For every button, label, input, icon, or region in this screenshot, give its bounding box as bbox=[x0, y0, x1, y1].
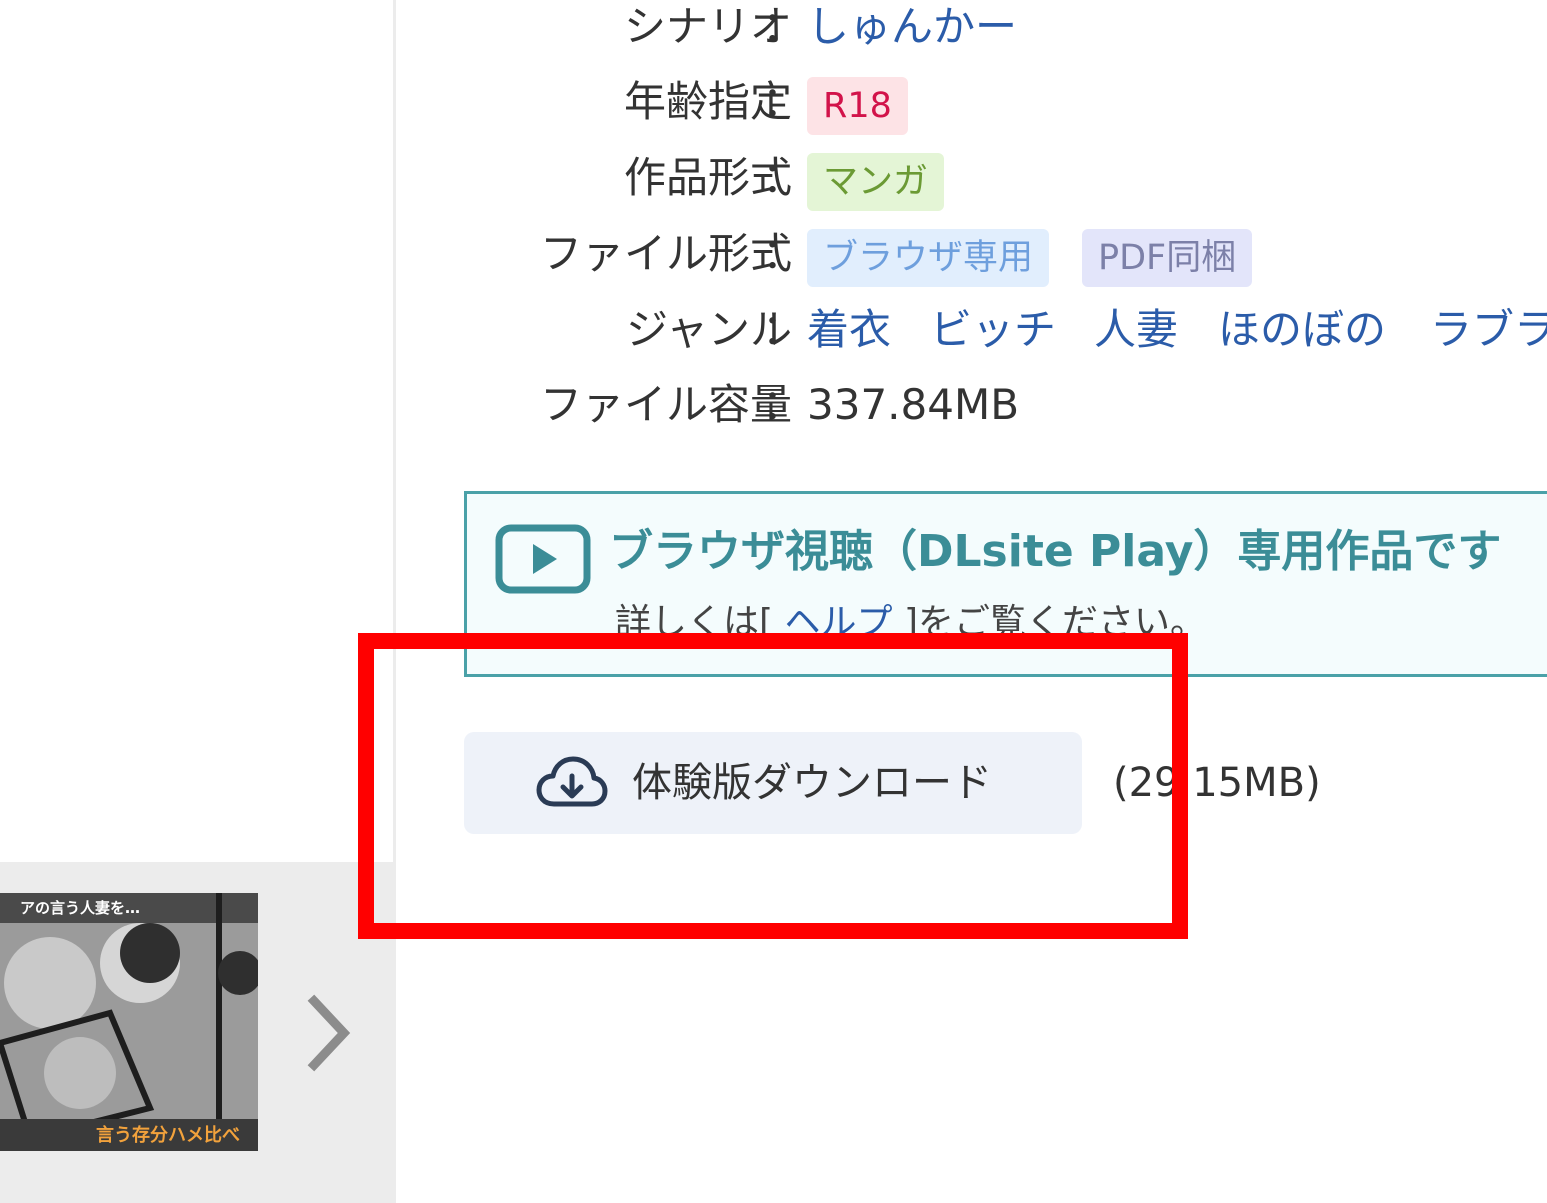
cloud-download-icon bbox=[536, 754, 608, 816]
trial-download-label: 体験版ダウンロード bbox=[632, 760, 992, 806]
genre-tag[interactable]: 着衣 bbox=[807, 295, 891, 365]
notice-help-suffix: ]をご覧ください。 bbox=[903, 602, 1206, 643]
spec-colon: ： bbox=[762, 153, 805, 202]
notice-help-text: 詳しくは[ ヘルプ ]をご覧ください。 bbox=[615, 599, 1206, 647]
age-rating-badge[interactable]: R18 bbox=[807, 77, 908, 135]
spec-row-scenario: シナリオ ： しゅんかー bbox=[440, 0, 1547, 62]
pdf-included-badge[interactable]: PDF同梱 bbox=[1082, 229, 1253, 287]
genre-tag[interactable]: ラブラ bbox=[1430, 295, 1547, 365]
manga-sample-image bbox=[0, 893, 258, 1151]
notice-title: ブラウザ視聴（DLsite Play）専用作品です bbox=[609, 526, 1502, 577]
browser-only-notice: ブラウザ視聴（DLsite Play）専用作品です 詳しくは[ ヘルプ ]をご覧… bbox=[464, 491, 1547, 677]
thumbnail-next-button[interactable] bbox=[296, 985, 360, 1081]
trial-file-size: (29.15MB) bbox=[1113, 760, 1321, 806]
file-size-value: 337.84MB bbox=[807, 380, 1020, 429]
trial-download-button[interactable]: 体験版ダウンロード bbox=[464, 732, 1082, 834]
thumbnail-caption-top: アの言う人妻を… bbox=[20, 899, 141, 917]
chevron-right-icon bbox=[307, 994, 351, 1072]
spec-colon: ： bbox=[762, 380, 805, 429]
spec-colon: ： bbox=[762, 305, 805, 354]
thumbnail-caption-bottom: 言う存分ハメ比べ bbox=[96, 1125, 240, 1146]
spec-row-genre: ジャンル ： 着衣 ビッチ 人妻 ほのぼの ラブラ bbox=[440, 295, 1547, 365]
product-page: アの言う人妻を… 言う存分ハメ比べ シナリオ ： しゅんかー 年齢指定 ： R1… bbox=[0, 0, 1547, 1203]
spec-colon: ： bbox=[762, 77, 805, 126]
spec-colon: ： bbox=[762, 229, 805, 278]
scenario-author-link[interactable]: しゅんかー bbox=[807, 0, 1017, 62]
help-link[interactable]: ヘルプ bbox=[773, 602, 904, 643]
spec-label-file-format: ファイル形式 bbox=[539, 229, 792, 278]
genre-tag[interactable]: ビッチ bbox=[930, 295, 1056, 365]
genre-tag[interactable]: 人妻 bbox=[1094, 295, 1178, 365]
spec-row-age-rating: 年齢指定 ： R18 bbox=[440, 67, 1547, 137]
browser-only-badge[interactable]: ブラウザ専用 bbox=[807, 229, 1050, 287]
spec-row-work-format: 作品形式 ： マンガ bbox=[440, 143, 1547, 213]
genre-tag[interactable]: ほのぼの bbox=[1218, 295, 1386, 365]
spec-label-file-size: ファイル容量 bbox=[539, 380, 792, 429]
sample-thumbnail[interactable]: アの言う人妻を… 言う存分ハメ比べ bbox=[0, 893, 258, 1151]
spec-row-file-size: ファイル容量 ： 337.84MB bbox=[440, 370, 1547, 440]
spec-row-file-format: ファイル形式 ： ブラウザ専用 PDF同梱 bbox=[440, 219, 1547, 289]
spec-colon: ： bbox=[762, 2, 805, 51]
notice-help-prefix: 詳しくは[ bbox=[615, 602, 774, 643]
work-format-badge[interactable]: マンガ bbox=[807, 153, 945, 211]
play-icon bbox=[495, 524, 591, 598]
